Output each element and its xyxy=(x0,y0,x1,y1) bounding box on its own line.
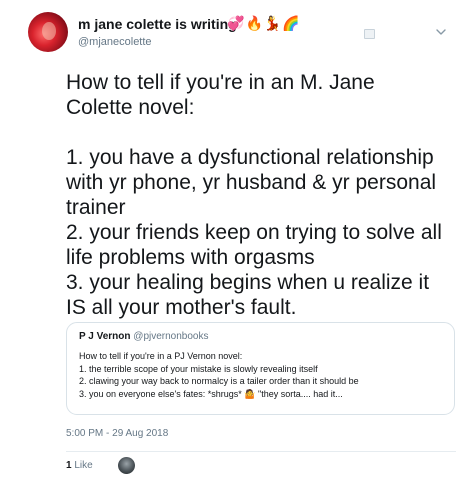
emoji-rainbow: 🌈 xyxy=(282,15,300,31)
stats-divider xyxy=(66,451,456,452)
like-label: Like xyxy=(74,460,93,471)
chevron-down-icon[interactable] xyxy=(434,25,448,39)
tweet-card: m jane colette is writing 💞 🔥 💃 🌈 @mjane… xyxy=(0,0,471,486)
like-count: 1 xyxy=(66,460,72,471)
author-name-emojis: 💞 🔥 💃 🌈 xyxy=(227,14,300,32)
emoji-hearts: 💞 xyxy=(227,15,245,31)
tweet-timestamp[interactable]: 5:00 PM - 29 Aug 2018 xyxy=(66,428,168,439)
author-display-name[interactable]: m jane colette is writing xyxy=(78,16,237,32)
emoji-dancer: 💃 xyxy=(263,15,282,31)
quoted-tweet-header: P J Vernon @pjvernonbooks xyxy=(79,330,442,344)
follow-badge-icon[interactable] xyxy=(364,29,375,39)
liker-avatar[interactable] xyxy=(118,457,135,474)
author-avatar[interactable] xyxy=(28,12,68,52)
quoted-tweet[interactable]: P J Vernon @pjvernonbooks How to tell if… xyxy=(66,322,455,415)
author-handle[interactable]: @mjanecolette xyxy=(78,36,152,48)
like-stat[interactable]: 1 Like xyxy=(66,460,93,471)
quoted-author-name: P J Vernon xyxy=(79,331,131,342)
tweet-text: How to tell if you're in an M. Jane Cole… xyxy=(66,71,442,319)
quoted-tweet-text: How to tell if you're in a PJ Vernon nov… xyxy=(79,351,359,399)
quoted-author-handle: @pjvernonbooks xyxy=(133,331,209,342)
emoji-fire: 🔥 xyxy=(245,15,263,31)
